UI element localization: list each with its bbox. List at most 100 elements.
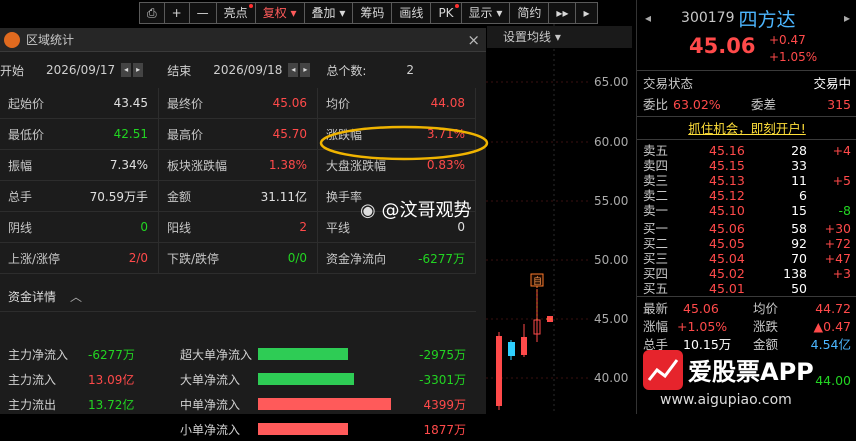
- pk-button[interactable]: PK: [430, 2, 462, 24]
- stat-value: 2: [299, 220, 307, 234]
- app-watermark-url: www.aigupiao.com: [660, 392, 792, 408]
- stat-cell: 上涨/涨停 2/0: [0, 243, 159, 273]
- stat-label: 阳线: [167, 220, 192, 235]
- stat-label: 下跌/跌停: [167, 251, 220, 266]
- stat-cell: 资金净流向 -6277万: [318, 243, 476, 273]
- dialog-titlebar[interactable]: 区域统计 ×: [0, 28, 486, 52]
- diff-label: 涨跌: [753, 319, 779, 334]
- bid-row[interactable]: 买五 45.01 50: [643, 280, 851, 297]
- price-axis-label: 40.00: [594, 371, 629, 385]
- current-price: 45.06: [689, 34, 756, 58]
- lock-button[interactable]: ⎙: [139, 2, 165, 24]
- stat-cell: 均价 44.08: [318, 88, 476, 118]
- open-account-text: 抓住机会，即刻开户!: [688, 121, 806, 136]
- pct-label: 涨幅: [643, 319, 669, 334]
- capital-detail-header[interactable]: 资金详情 ︿: [0, 282, 476, 312]
- stat-label: 振幅: [8, 158, 33, 173]
- capital-detail-title: 资金详情: [8, 290, 57, 304]
- latest-value: 45.06: [683, 301, 719, 316]
- stat-value: 44.08: [430, 96, 465, 110]
- stat-label: 资金净流向: [326, 251, 387, 266]
- stat-value: 0/0: [287, 251, 307, 265]
- flow-label: 主力流出: [8, 397, 57, 412]
- count-label: 总个数:: [326, 63, 367, 78]
- flow-bar: [258, 373, 354, 385]
- next-stock-icon[interactable]: ▸: [844, 11, 850, 25]
- start-prev-icon[interactable]: ◂: [121, 63, 132, 77]
- stat-cell: 最高价 45.70: [159, 119, 318, 149]
- app-logo-icon: [4, 31, 20, 48]
- stat-label: 阴线: [8, 220, 33, 235]
- quote-header: ◂ 300179 四方达 ▸: [637, 0, 856, 36]
- order-volume: 15: [791, 203, 807, 218]
- close-icon[interactable]: ×: [467, 31, 480, 49]
- ma-settings-button[interactable]: 设置均线 ▾: [487, 26, 632, 48]
- price-axis-label: 50.00: [594, 253, 629, 267]
- pk-label: PK: [438, 6, 454, 20]
- stat-label: 总手: [8, 189, 33, 204]
- volume-value: 10.15万: [683, 337, 732, 352]
- count-value: 2: [406, 63, 415, 77]
- highlight-button[interactable]: 亮点: [215, 2, 256, 24]
- end-next-icon[interactable]: ▸: [300, 63, 311, 77]
- date-range-row: 开始 2026/09/17 ◂ ▸ 结束 2026/09/18 ◂ ▸ 总个数:…: [0, 52, 486, 88]
- stat-cell: 起始价 43.45: [0, 88, 159, 118]
- flow-value2: -3301万: [419, 372, 466, 387]
- stats-row: 起始价 43.45 最终价 45.06 均价 44.08: [0, 88, 476, 119]
- latest-label: 最新: [643, 301, 669, 316]
- draw-button[interactable]: 画线: [391, 2, 432, 24]
- end-prev-icon[interactable]: ◂: [288, 63, 299, 77]
- adjust-button[interactable]: 复权 ▾: [254, 2, 305, 24]
- chart-logo-icon: [647, 359, 679, 381]
- weibi-row: 委比 63.02% 委差 315: [643, 96, 851, 113]
- end-label: 结束: [167, 63, 192, 78]
- start-date-input[interactable]: 2026/09/17: [46, 63, 115, 77]
- prev-stock-icon[interactable]: ◂: [645, 11, 651, 25]
- zoom-out-button[interactable]: —: [188, 2, 217, 24]
- order-price: 45.01: [709, 281, 745, 296]
- forward-button[interactable]: ▸▸: [548, 2, 577, 24]
- stat-value: 70.59万手: [89, 189, 148, 204]
- weibi-label: 委比: [643, 97, 669, 112]
- start-next-icon[interactable]: ▸: [133, 63, 144, 77]
- display-button[interactable]: 显示 ▾: [460, 2, 511, 24]
- flow-value: 13.72亿: [88, 397, 135, 412]
- trade-status-label: 交易状态: [643, 76, 694, 91]
- price-axis-label: 60.00: [594, 135, 629, 149]
- latest-row: 最新 45.06 均价 44.72: [643, 300, 851, 317]
- stat-label: 均价: [326, 96, 351, 111]
- stat-cell: 板块涨跌幅 1.38%: [159, 150, 318, 180]
- order-label: 买五: [643, 281, 669, 296]
- flow-label: 主力流入: [8, 372, 57, 387]
- stat-cell: 最终价 45.06: [159, 88, 318, 118]
- end-date-input[interactable]: 2026/09/18: [213, 63, 282, 77]
- adjust-label: 复权: [262, 6, 287, 20]
- chevron-up-icon[interactable]: ︿: [70, 288, 82, 305]
- capital-flow-row: 小单净流入 1877万: [0, 417, 476, 441]
- stat-cell: 阴线 0: [0, 212, 159, 242]
- amount-value: 4.54亿: [810, 337, 851, 352]
- stat-cell: 振幅 7.34%: [0, 150, 159, 180]
- stat-label: 上涨/涨停: [8, 251, 61, 266]
- stat-value: 0: [140, 220, 148, 234]
- stat-value: 1.38%: [268, 158, 307, 172]
- stat-value: 2/0: [128, 251, 148, 265]
- next-button[interactable]: ▸: [575, 2, 598, 24]
- stats-grid: 起始价 43.45 最终价 45.06 均价 44.08 最低价 42.51 最高价 45.70 涨…: [0, 88, 476, 274]
- chart-toolbar: ⎙ + — 亮点 复权 ▾ 叠加 ▾ 筹码 画线 PK 显示 ▾ 简约 ▸▸ ▸: [139, 2, 598, 24]
- flow-bar: [258, 423, 348, 435]
- stat-label: 最高价: [167, 127, 204, 142]
- flow-label: 主力净流入: [8, 347, 69, 362]
- stat-cell: 下跌/跌停 0/0: [159, 243, 318, 273]
- overlay-label: 叠加: [311, 6, 336, 20]
- simple-button[interactable]: 简约: [509, 2, 550, 24]
- open-account-link[interactable]: 抓住机会，即刻开户!: [637, 118, 856, 137]
- zoom-in-button[interactable]: +: [163, 2, 190, 24]
- chips-button[interactable]: 筹码: [352, 2, 393, 24]
- order-change: -8: [838, 203, 851, 218]
- ask-row[interactable]: 卖一 45.10 15 -8: [643, 202, 851, 219]
- stat-value: 31.11亿: [260, 189, 307, 204]
- weibo-watermark-text: @汶哥观势: [381, 200, 472, 221]
- stat-value: -6277万: [418, 251, 465, 266]
- overlay-button[interactable]: 叠加 ▾: [303, 2, 354, 24]
